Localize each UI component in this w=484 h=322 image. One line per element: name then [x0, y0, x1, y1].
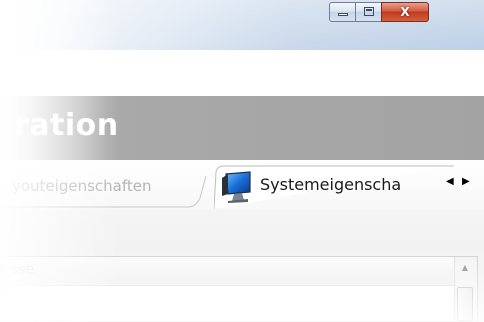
tab-label: youteigenschaften — [12, 177, 152, 195]
maximize-button[interactable] — [355, 2, 382, 22]
close-button[interactable]: X — [381, 2, 429, 22]
close-icon: X — [400, 5, 410, 19]
properties-list[interactable]: sse ▲ — [0, 256, 478, 322]
tab-scroll-left-icon[interactable]: ◀ — [446, 176, 454, 187]
tab-layout-properties[interactable]: youteigenschaften — [0, 168, 210, 208]
tab-label: Systemeigenscha — [260, 175, 402, 194]
monitor-icon — [220, 170, 254, 208]
tab-scroll-right-icon[interactable]: ▶ — [462, 176, 470, 187]
scroll-up-icon[interactable]: ▲ — [459, 261, 471, 275]
list-column-header[interactable]: sse — [1, 257, 455, 286]
scrollbar-thumb[interactable] — [457, 287, 473, 321]
maximize-icon — [364, 7, 374, 16]
tab-system-properties[interactable]: Systemeigenscha — [214, 164, 454, 210]
column-header-label: sse — [11, 262, 35, 278]
minimize-icon — [338, 13, 348, 16]
vertical-scrollbar[interactable]: ▲ — [454, 257, 477, 321]
minimize-button[interactable] — [329, 2, 356, 22]
toolbar-area — [0, 50, 484, 96]
page-title: ration — [14, 108, 119, 143]
application-window: X ration youteigenschaften Systemeigensc… — [0, 0, 484, 322]
